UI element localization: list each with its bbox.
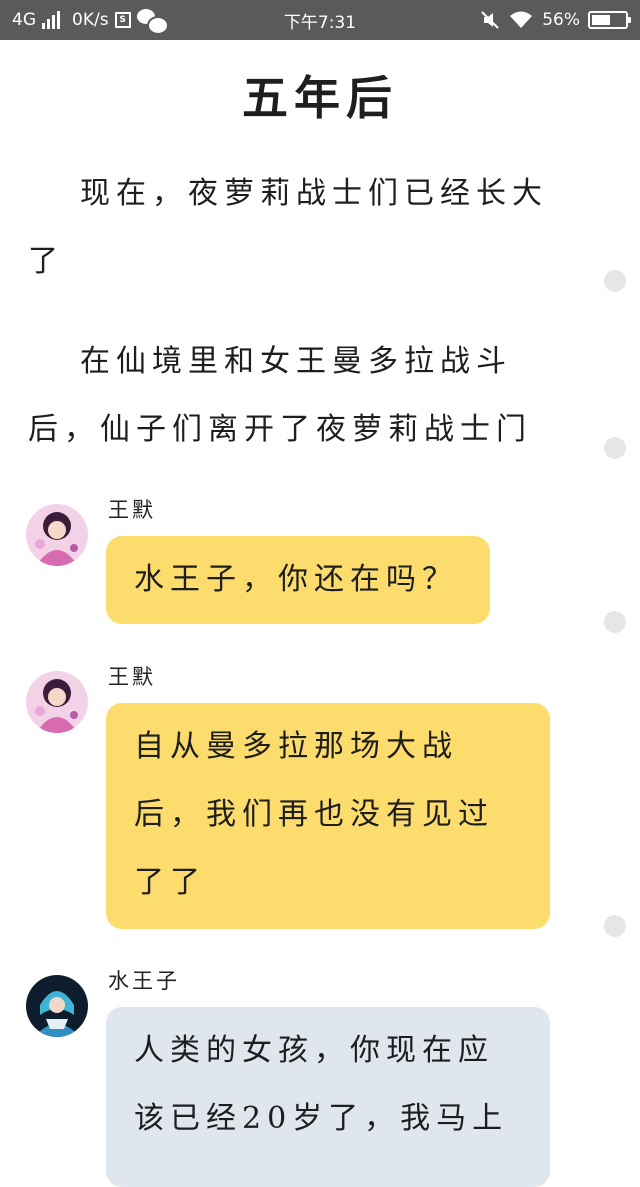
- message-bubble[interactable]: 自从曼多拉那场大战后，我们再也没有见过了了: [106, 703, 550, 929]
- status-right: 56%: [480, 0, 631, 40]
- scroll-dot[interactable]: [604, 270, 626, 292]
- scroll-dot[interactable]: [604, 437, 626, 459]
- story-paragraph-2: 在仙境里和女王曼多拉战斗后，仙子们离开了夜萝莉战士门: [28, 344, 532, 447]
- sender-name: 水王子: [108, 969, 180, 993]
- mute-icon: [481, 11, 499, 29]
- story-paragraph-1: 现在，夜萝莉战士们已经长大了: [28, 176, 548, 279]
- page-title: 五年后: [242, 71, 398, 125]
- avatar-girl-icon: [26, 504, 88, 566]
- avatar[interactable]: [26, 504, 88, 566]
- scroll-dot[interactable]: [604, 915, 626, 937]
- message-text: 人类的女孩，你现在应该已经20岁了，我马上: [134, 1033, 509, 1136]
- avatar[interactable]: [26, 671, 88, 733]
- sender-name: 王默: [108, 498, 156, 522]
- avatar-girl-icon: [26, 671, 88, 733]
- avatar-prince-icon: [26, 975, 88, 1037]
- battery-percent: 56%: [542, 10, 580, 30]
- status-bar: 4G 0K/s S 下午7:31 56%: [0, 0, 640, 40]
- message-bubble[interactable]: 人类的女孩，你现在应该已经20岁了，我马上: [106, 1007, 550, 1187]
- wifi-icon: [510, 11, 533, 28]
- battery-icon: [588, 11, 631, 29]
- sender-name: 王默: [108, 665, 156, 689]
- message-text: 自从曼多拉那场大战后，我们再也没有见过了了: [134, 729, 494, 900]
- message-bubble[interactable]: 水王子，你还在吗？: [106, 536, 490, 624]
- scroll-dot[interactable]: [604, 611, 626, 633]
- avatar[interactable]: [26, 975, 88, 1037]
- message-text: 水王子，你还在吗？: [134, 562, 458, 597]
- status-time: 下午7:31: [283, 12, 357, 33]
